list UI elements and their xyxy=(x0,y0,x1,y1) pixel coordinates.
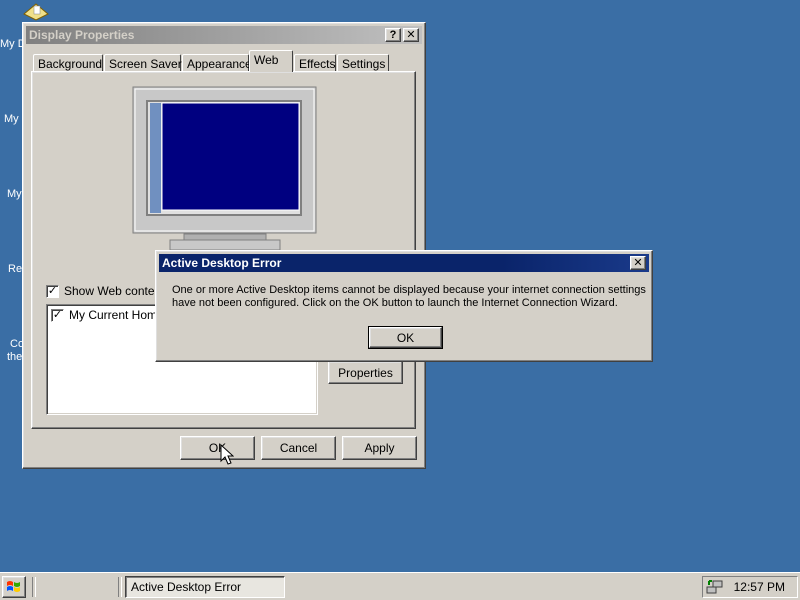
monitor-preview-icon xyxy=(132,86,317,251)
windows-logo-icon xyxy=(7,581,20,592)
tab-web[interactable]: Web xyxy=(249,50,293,72)
quick-launch-area xyxy=(36,576,108,598)
show-web-content-label: Show Web content xyxy=(64,284,165,298)
tab-settings[interactable]: Settings xyxy=(337,54,389,72)
error-dialog-titlebar[interactable]: Active Desktop Error ✕ xyxy=(159,254,649,272)
apply-button[interactable]: Apply xyxy=(342,436,417,460)
window-title: Display Properties xyxy=(29,28,135,42)
active-desktop-error-dialog: Active Desktop Error ✕ One or more Activ… xyxy=(155,250,653,362)
tab-effects[interactable]: Effects xyxy=(294,54,336,72)
error-message-line-1: One or more Active Desktop items cannot … xyxy=(172,284,646,296)
desktop-icon-label-my-network[interactable]: My xyxy=(7,188,22,200)
taskbar-separator xyxy=(118,577,122,597)
tab-appearance[interactable]: Appearance xyxy=(182,54,252,72)
system-tray: 12:57 PM xyxy=(702,576,798,598)
clock[interactable]: 12:57 PM xyxy=(734,580,785,594)
web-item-checkbox[interactable]: ✓ xyxy=(51,308,64,322)
tab-screen-saver[interactable]: Screen Saver xyxy=(104,54,182,72)
error-message-line-2: have not been configured. Click on the O… xyxy=(172,297,618,309)
desktop-icon-label-my-computer[interactable]: My xyxy=(4,113,19,125)
error-ok-button[interactable]: OK xyxy=(368,326,443,349)
error-dialog-title: Active Desktop Error xyxy=(162,256,282,270)
close-icon[interactable]: ✕ xyxy=(630,256,646,270)
start-button[interactable] xyxy=(2,576,26,598)
mouse-cursor-icon xyxy=(220,444,234,465)
close-icon[interactable]: ✕ xyxy=(403,28,419,42)
taskbar: Active Desktop Error 12:57 PM xyxy=(0,572,800,600)
tab-background[interactable]: Background xyxy=(33,54,103,72)
ok-button[interactable]: OK xyxy=(180,436,255,460)
folder-icon[interactable] xyxy=(22,2,50,22)
taskbar-button-active-desktop-error[interactable]: Active Desktop Error xyxy=(125,576,285,598)
error-message: One or more Active Desktop items cannot … xyxy=(172,284,646,310)
show-web-content-checkbox[interactable]: ✓ xyxy=(46,285,59,298)
desktop-icon-label-recycle-bin[interactable]: Re xyxy=(8,263,22,275)
network-connection-icon[interactable] xyxy=(706,579,724,595)
desktop-icon-label-connect-line2[interactable]: the xyxy=(7,351,22,363)
list-item[interactable]: ✓ My Current Home I xyxy=(51,308,170,322)
display-properties-titlebar[interactable]: Display Properties ? ✕ xyxy=(26,26,422,44)
properties-button[interactable]: Properties xyxy=(328,361,403,384)
cancel-button[interactable]: Cancel xyxy=(261,436,336,460)
help-button[interactable]: ? xyxy=(385,28,401,42)
